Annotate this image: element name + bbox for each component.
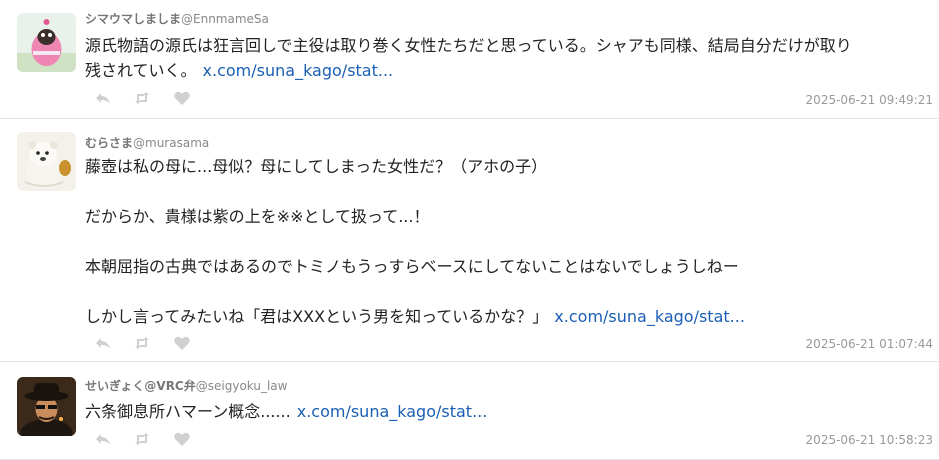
tweet-body: 源氏物語の源氏は狂言回しで主役は取り巻く女性たちだと思っている。シャアも同様、結… xyxy=(85,33,933,83)
tweet-text: 藤壺は私の母に...母似？母にしてしまった女性だ？（アホの子） xyxy=(85,157,548,176)
tweet-item: せいぎょく@VRC弁@seigyoku_law 六条御息所ハマーン概念.....… xyxy=(0,362,939,460)
user-handle[interactable]: @EnnmameSa xyxy=(181,12,269,26)
user-handle[interactable]: @seigyoku_law xyxy=(196,379,288,393)
tweet-text: 残されていく。 xyxy=(85,61,197,80)
display-name[interactable]: むらさま xyxy=(85,136,133,150)
tweet-text: 六条御息所ハマーン概念...... xyxy=(85,402,291,421)
tweet-text: 源氏物語の源氏は狂言回しで主役は取り巻く女性たちだと思っている。シャアも同様、結… xyxy=(85,36,852,55)
display-name[interactable]: シマウマしましま xyxy=(85,12,181,26)
retweet-icon[interactable] xyxy=(133,89,151,107)
heart-icon[interactable] xyxy=(173,430,191,448)
tweet-text-last: 六条御息所ハマーン概念...... x.com/suna_kago/stat... xyxy=(85,399,933,424)
tweet-item: シマウマしましま@EnnmameSa 源氏物語の源氏は狂言回しで主役は取り巻く女… xyxy=(0,0,939,119)
timestamp[interactable]: 2025-06-21 10:58:23 xyxy=(806,433,933,447)
tweet-text: しかし言ってみたいね「君はXXXという男を知っているかな？」 xyxy=(85,307,549,326)
tweet-text: だからか、貴様は紫の上を※※として扱って...！ xyxy=(85,207,430,226)
avatar[interactable] xyxy=(17,377,76,436)
heart-icon[interactable] xyxy=(173,334,191,352)
tweet-header: シマウマしましま@EnnmameSa xyxy=(85,10,269,27)
tweet-text-last: 残されていく。 x.com/suna_kago/stat... xyxy=(85,58,933,83)
tweet-text-last: しかし言ってみたいね「君はXXXという男を知っているかな？」 x.com/suna… xyxy=(85,304,933,329)
tweet-header: むらさま@murasama xyxy=(85,134,209,151)
display-name[interactable]: せいぎょく@VRC弁 xyxy=(85,379,196,393)
avatar[interactable] xyxy=(17,13,76,72)
tweet-body: 藤壺は私の母に...母似？母にしてしまった女性だ？（アホの子） だからか、貴様は… xyxy=(85,154,933,329)
heart-icon[interactable] xyxy=(173,89,191,107)
timestamp[interactable]: 2025-06-21 01:07:44 xyxy=(806,337,933,351)
reply-icon[interactable] xyxy=(94,89,112,107)
avatar[interactable] xyxy=(17,132,76,191)
retweet-icon[interactable] xyxy=(133,334,151,352)
tweet-header: せいぎょく@VRC弁@seigyoku_law xyxy=(85,377,287,394)
tweet-link[interactable]: x.com/suna_kago/stat... xyxy=(203,61,394,80)
tweet-text: 本朝屈指の古典ではあるのでトミノもうっすらベースにしてないことはないでしょうしね… xyxy=(85,257,739,276)
tweet-item: むらさま@murasama 藤壺は私の母に...母似？母にしてしまった女性だ？（… xyxy=(0,119,939,362)
tweet-link[interactable]: x.com/suna_kago/stat... xyxy=(297,402,488,421)
reply-icon[interactable] xyxy=(94,430,112,448)
reply-icon[interactable] xyxy=(94,334,112,352)
tweet-feed: シマウマしましま@EnnmameSa 源氏物語の源氏は狂言回しで主役は取り巻く女… xyxy=(0,0,939,460)
user-handle[interactable]: @murasama xyxy=(133,136,209,150)
retweet-icon[interactable] xyxy=(133,430,151,448)
tweet-link[interactable]: x.com/suna_kago/stat... xyxy=(554,307,745,326)
timestamp[interactable]: 2025-06-21 09:49:21 xyxy=(806,93,933,107)
tweet-body: 六条御息所ハマーン概念...... x.com/suna_kago/stat... xyxy=(85,399,933,424)
